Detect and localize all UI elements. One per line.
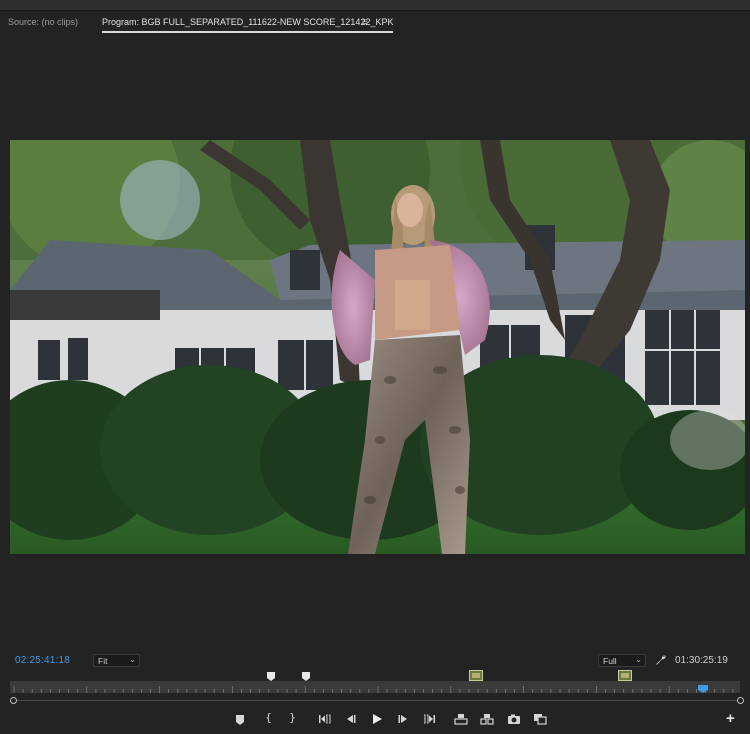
chevron-down-icon: ⌄ [129,655,136,664]
mark-out-button[interactable]: } [289,711,296,724]
button-editor-add-icon[interactable]: + [726,710,735,727]
zoom-bar-right-handle[interactable] [737,697,744,704]
lift-icon[interactable] [454,712,468,726]
playback-resolution-value: Full [603,656,617,666]
time-ruler[interactable] [10,681,740,693]
chevron-down-icon: ⌄ [635,655,642,664]
zoom-level-select[interactable]: Fit ⌄ [93,654,140,667]
zoom-level-value: Fit [98,656,108,666]
panel-tab-bar: Source: (no clips) Program: BGB FULL_SEP… [0,11,750,35]
tab-source-label: Source: (no clips) [8,17,79,27]
program-video-frame[interactable] [10,140,745,554]
clip-marker-icon[interactable] [618,670,632,681]
zoom-bar-left-handle[interactable] [10,697,17,704]
mark-in-button[interactable]: { [265,711,272,724]
zoom-scroll-bar[interactable] [14,700,740,701]
extract-icon[interactable] [480,712,494,726]
go-to-out-icon[interactable] [422,712,436,726]
tab-source-monitor[interactable]: Source: (no clips) [8,17,78,27]
step-forward-icon[interactable] [396,712,410,726]
current-timecode[interactable]: 02:25:41:18 [15,655,70,666]
add-marker-icon[interactable] [233,713,247,727]
top-window-strip [0,0,750,11]
tab-program-monitor[interactable]: Program: BGB FULL_SEPARATED_111622-NEW S… [102,17,394,33]
duration-timecode: 01:30:25:19 [675,655,728,666]
comparison-view-icon[interactable] [533,712,547,726]
playback-resolution-select[interactable]: Full ⌄ [598,654,646,667]
clip-marker-icon[interactable] [469,670,483,681]
tab-program-label: Program: BGB FULL_SEPARATED_111622-NEW S… [102,17,394,27]
step-back-icon[interactable] [344,712,358,726]
marker-icon[interactable] [302,672,310,681]
go-to-in-icon[interactable] [318,712,332,726]
ruler-ticks [13,686,734,693]
active-tab-underline [102,31,394,33]
marker-icon[interactable] [267,672,275,681]
wrench-icon[interactable] [655,654,667,666]
playhead-icon[interactable] [698,685,708,693]
play-icon[interactable] [370,712,384,726]
export-frame-icon[interactable] [507,712,521,726]
panel-menu-icon[interactable]: ≡ [362,17,368,28]
video-frame-image [10,140,745,554]
